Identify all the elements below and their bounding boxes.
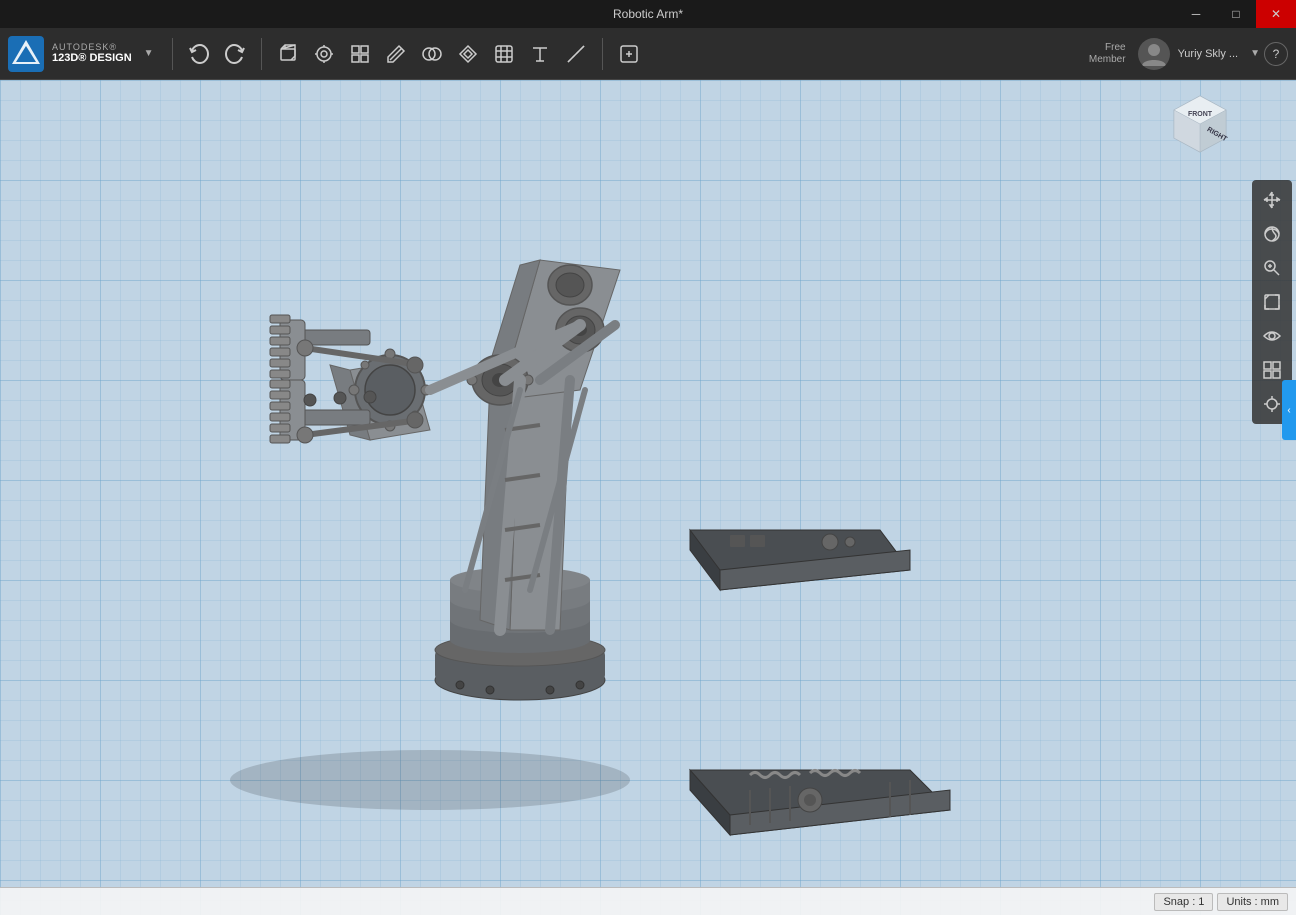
close-button[interactable]: ✕ [1256,0,1296,28]
robot-arm-model [50,140,1000,840]
units-status[interactable]: Units : mm [1217,893,1288,911]
help-button[interactable]: ? [1264,42,1288,66]
window-title: Robotic Arm* [613,7,683,21]
user-avatar [1138,38,1170,70]
canvas-area[interactable]: FRONT RIGHT ‹ Snap : 1 Units [0,80,1296,915]
member-label: Member [1089,54,1126,66]
status-bar: Snap : 1 Units : mm [0,887,1296,915]
user-section: Yuriy Skly ... ▼ [1138,38,1260,70]
minimize-button[interactable]: ─ [1176,0,1216,28]
modify-button[interactable] [380,38,412,70]
toolbar: AUTODESK® 123D® DESIGN ▼ [0,28,1296,80]
divider-1 [172,38,173,70]
orbit-tool-button[interactable] [1256,218,1288,250]
side-panel-toggle[interactable]: ‹ [1282,380,1296,440]
import-button[interactable] [613,38,645,70]
app-name-bottom: 123D® DESIGN [52,52,132,64]
snap-status[interactable]: Snap : 1 [1154,893,1213,911]
pattern-button[interactable] [452,38,484,70]
app-name: AUTODESK® 123D® DESIGN [52,43,132,65]
maximize-button[interactable]: □ [1216,0,1256,28]
user-name: Yuriy Skly ... [1178,48,1239,60]
box-tool-button[interactable] [272,38,304,70]
user-dropdown-icon[interactable]: ▼ [1250,48,1260,59]
sketch-tool-button[interactable] [308,38,340,70]
construct-button[interactable] [344,38,376,70]
app-dropdown-icon[interactable]: ▼ [144,48,154,59]
view-options-button[interactable] [1256,320,1288,352]
fit-tool-button[interactable] [1256,286,1288,318]
text-button[interactable] [524,38,556,70]
pan-tool-button[interactable] [1256,184,1288,216]
window-controls: ─ □ ✕ [1176,0,1296,28]
svg-text:FRONT: FRONT [1188,111,1213,118]
measure-button[interactable] [560,38,592,70]
app-name-top: AUTODESK® [52,43,132,53]
undo-button[interactable] [183,38,215,70]
membership-status: Free Member [1089,42,1126,66]
divider-3 [602,38,603,70]
combine-button[interactable] [416,38,448,70]
material-button[interactable] [488,38,520,70]
titlebar: Robotic Arm* ─ □ ✕ [0,0,1296,28]
free-label: Free [1105,42,1126,54]
zoom-tool-button[interactable] [1256,252,1288,284]
divider-2 [261,38,262,70]
redo-button[interactable] [219,38,251,70]
view-cube[interactable]: FRONT RIGHT [1164,88,1236,160]
app-logo: AUTODESK® 123D® DESIGN ▼ [8,36,154,72]
autodesk-logo-icon [8,36,44,72]
